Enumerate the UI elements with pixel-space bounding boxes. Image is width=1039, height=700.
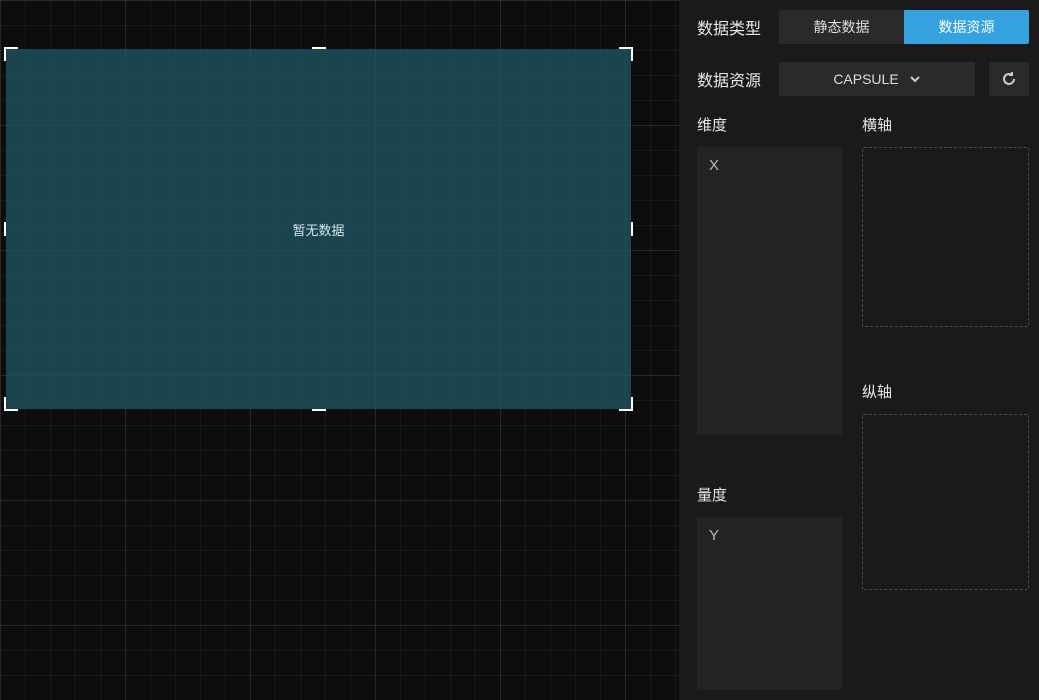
static-data-button[interactable]: 静态数据 [779, 10, 904, 44]
selection-corner-tr[interactable] [619, 47, 633, 61]
measure-item[interactable]: Y [709, 527, 830, 544]
fields-area: 维度 X 量度 Y 横轴 纵轴 [697, 114, 1029, 690]
resource-dropdown-value: CAPSULE [833, 71, 898, 87]
selection-handle-left[interactable] [4, 222, 6, 236]
selection-handle-bottom[interactable] [312, 409, 326, 411]
source-fields-column: 维度 X 量度 Y [697, 114, 842, 690]
axis-fields-column: 横轴 纵轴 [862, 114, 1029, 690]
selection-corner-bl[interactable] [4, 397, 18, 411]
chart-placeholder[interactable]: 暂无数据 [6, 49, 631, 409]
selection-handle-right[interactable] [631, 222, 633, 236]
horizontal-axis-dropzone[interactable] [862, 147, 1029, 327]
measure-box[interactable]: Y [697, 517, 842, 690]
dimension-label: 维度 [697, 114, 842, 135]
selection-corner-tl[interactable] [4, 47, 18, 61]
data-type-segmented: 静态数据 数据资源 [779, 10, 1029, 44]
dimension-box[interactable]: X [697, 147, 842, 435]
resource-dropdown[interactable]: CAPSULE [779, 62, 975, 96]
no-data-text: 暂无数据 [292, 220, 344, 239]
data-resource-button[interactable]: 数据资源 [904, 10, 1029, 44]
refresh-icon [1001, 71, 1017, 87]
data-type-row: 数据类型 静态数据 数据资源 [697, 10, 1029, 44]
vertical-axis-dropzone[interactable] [862, 414, 1029, 590]
data-type-label: 数据类型 [697, 15, 765, 39]
canvas-area[interactable]: 暂无数据 [0, 0, 679, 700]
vertical-axis-label: 纵轴 [862, 381, 1029, 402]
horizontal-axis-label: 横轴 [862, 114, 1029, 135]
chevron-down-icon [909, 73, 921, 85]
refresh-button[interactable] [989, 62, 1029, 96]
measure-label: 量度 [697, 484, 842, 505]
data-resource-row: 数据资源 CAPSULE [697, 62, 1029, 96]
data-resource-label: 数据资源 [697, 67, 765, 91]
selection-corner-br[interactable] [619, 397, 633, 411]
selection-handle-top[interactable] [312, 47, 326, 49]
side-panel: 数据类型 静态数据 数据资源 数据资源 CAPSULE 维度 X [679, 0, 1039, 700]
dimension-item[interactable]: X [709, 157, 830, 174]
